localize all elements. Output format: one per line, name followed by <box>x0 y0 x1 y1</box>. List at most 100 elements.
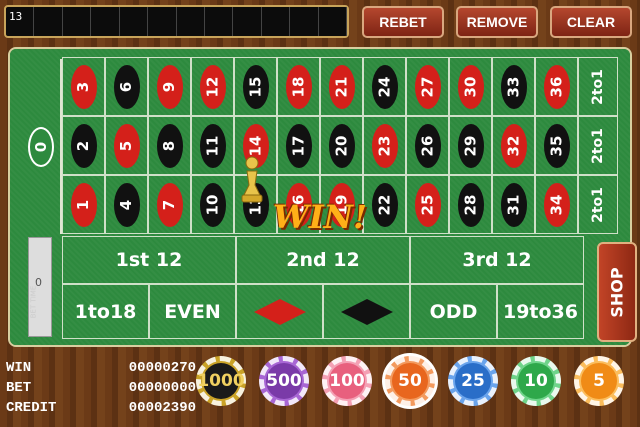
black-diamond-icon <box>340 298 393 325</box>
chip-50[interactable]: 50 <box>385 356 435 406</box>
column-bet-2to1[interactable]: 2to1 <box>578 57 618 116</box>
number-cell-34[interactable]: 34 <box>535 175 578 234</box>
number-cell-7[interactable]: 7 <box>148 175 191 234</box>
black-bet[interactable] <box>323 284 410 339</box>
number-cell-20[interactable]: 20 <box>320 116 363 175</box>
chip-500[interactable]: 500 <box>259 356 309 406</box>
bet-time-label: BET TIME <box>29 285 38 319</box>
number-oval: 31 <box>500 182 527 227</box>
number-oval: 35 <box>543 123 570 168</box>
number-oval: 20 <box>328 123 355 168</box>
number-cell-4[interactable]: 4 <box>105 175 148 234</box>
red-diamond-icon <box>253 298 306 325</box>
number-oval: 17 <box>285 123 312 168</box>
dozen-bet-3rd[interactable]: 3rd 12 <box>410 236 584 284</box>
chip-value: 10 <box>518 363 554 399</box>
dozen-bet-2nd[interactable]: 2nd 12 <box>236 236 410 284</box>
number-cell-17[interactable]: 17 <box>277 116 320 175</box>
chip-value: 50 <box>392 363 428 399</box>
number-oval: 25 <box>414 182 441 227</box>
number-cell-12[interactable]: 12 <box>191 57 234 116</box>
number-cell-35[interactable]: 35 <box>535 116 578 175</box>
number-cell-26[interactable]: 26 <box>406 116 449 175</box>
chip-100[interactable]: 100 <box>322 356 372 406</box>
number-oval: 2 <box>70 123 97 168</box>
chip-1000[interactable]: 1000 <box>196 356 246 406</box>
number-cell-29[interactable]: 29 <box>449 116 492 175</box>
history-cell <box>233 7 262 36</box>
number-cell-5[interactable]: 5 <box>105 116 148 175</box>
number-oval: 30 <box>457 64 484 109</box>
history-cell <box>177 7 205 36</box>
dozen-bet-1st[interactable]: 1st 12 <box>62 236 236 284</box>
clear-button[interactable]: CLEAR <box>550 6 632 38</box>
history-cell <box>319 7 348 36</box>
rebet-button[interactable]: REBET <box>362 6 444 38</box>
number-cell-6[interactable]: 6 <box>105 57 148 116</box>
low-bet-1to18[interactable]: 1to18 <box>62 284 149 339</box>
number-oval: 3 <box>70 64 97 109</box>
remove-button[interactable]: REMOVE <box>456 6 538 38</box>
history-cell <box>63 7 92 36</box>
zero-oval: 0 <box>28 127 54 167</box>
number-cell-36[interactable]: 36 <box>535 57 578 116</box>
pawn-marker-icon <box>241 156 263 203</box>
column-bet-2to1[interactable]: 2to1 <box>578 175 618 234</box>
chip-25[interactable]: 25 <box>448 356 498 406</box>
number-cell-9[interactable]: 9 <box>148 57 191 116</box>
number-oval: 1 <box>70 182 97 227</box>
number-cell-2[interactable]: 2 <box>62 116 105 175</box>
number-cell-32[interactable]: 32 <box>492 116 535 175</box>
chip-value: 500 <box>266 363 302 399</box>
number-oval: 5 <box>113 123 140 168</box>
number-cell-30[interactable]: 30 <box>449 57 492 116</box>
stat-credit: CREDIT 00002390 <box>6 400 196 416</box>
number-cell-31[interactable]: 31 <box>492 175 535 234</box>
column-bet-2to1[interactable]: 2to1 <box>578 116 618 175</box>
even-bet[interactable]: EVEN <box>149 284 236 339</box>
number-cell-18[interactable]: 18 <box>277 57 320 116</box>
history-cell <box>120 7 149 36</box>
number-cell-27[interactable]: 27 <box>406 57 449 116</box>
number-oval: 26 <box>414 123 441 168</box>
zero-pocket[interactable]: 0 <box>20 59 62 234</box>
number-cell-11[interactable]: 11 <box>191 116 234 175</box>
number-cell-21[interactable]: 21 <box>320 57 363 116</box>
chip-value: 5 <box>581 363 617 399</box>
roulette-table: 0 3 6 9 12 15 18 21 24 27 30 33 36 2to1 2 5 8 11 14 17 20 23… <box>8 47 632 347</box>
stat-bet: BET 00000000 <box>6 380 196 396</box>
history-cell <box>148 7 177 36</box>
number-oval: 7 <box>156 182 183 227</box>
number-oval: 4 <box>113 182 140 227</box>
number-cell-3[interactable]: 3 <box>62 57 105 116</box>
number-cell-25[interactable]: 25 <box>406 175 449 234</box>
number-oval: 10 <box>199 182 226 227</box>
history-cell: 13 <box>6 7 35 36</box>
red-bet[interactable] <box>236 284 323 339</box>
number-cell-8[interactable]: 8 <box>148 116 191 175</box>
chip-value: 25 <box>455 363 491 399</box>
number-oval: 21 <box>328 64 355 109</box>
number-oval: 29 <box>457 123 484 168</box>
number-cell-1[interactable]: 1 <box>62 175 105 234</box>
odd-bet[interactable]: ODD <box>410 284 497 339</box>
number-oval: 28 <box>457 182 484 227</box>
history-cell <box>205 7 234 36</box>
chip-value: 100 <box>329 363 365 399</box>
number-oval: 27 <box>414 64 441 109</box>
history-cell <box>262 7 291 36</box>
number-cell-15[interactable]: 15 <box>234 57 277 116</box>
number-oval: 36 <box>543 64 570 109</box>
shop-button[interactable]: SHOP <box>597 242 637 342</box>
number-oval: 15 <box>242 64 269 109</box>
number-oval: 34 <box>543 182 570 227</box>
number-cell-10[interactable]: 10 <box>191 175 234 234</box>
number-cell-24[interactable]: 24 <box>363 57 406 116</box>
chip-5[interactable]: 5 <box>574 356 624 406</box>
number-oval: 33 <box>500 64 527 109</box>
number-cell-23[interactable]: 23 <box>363 116 406 175</box>
number-cell-33[interactable]: 33 <box>492 57 535 116</box>
number-cell-28[interactable]: 28 <box>449 175 492 234</box>
chip-10[interactable]: 10 <box>511 356 561 406</box>
high-bet-19to36[interactable]: 19to36 <box>497 284 584 339</box>
